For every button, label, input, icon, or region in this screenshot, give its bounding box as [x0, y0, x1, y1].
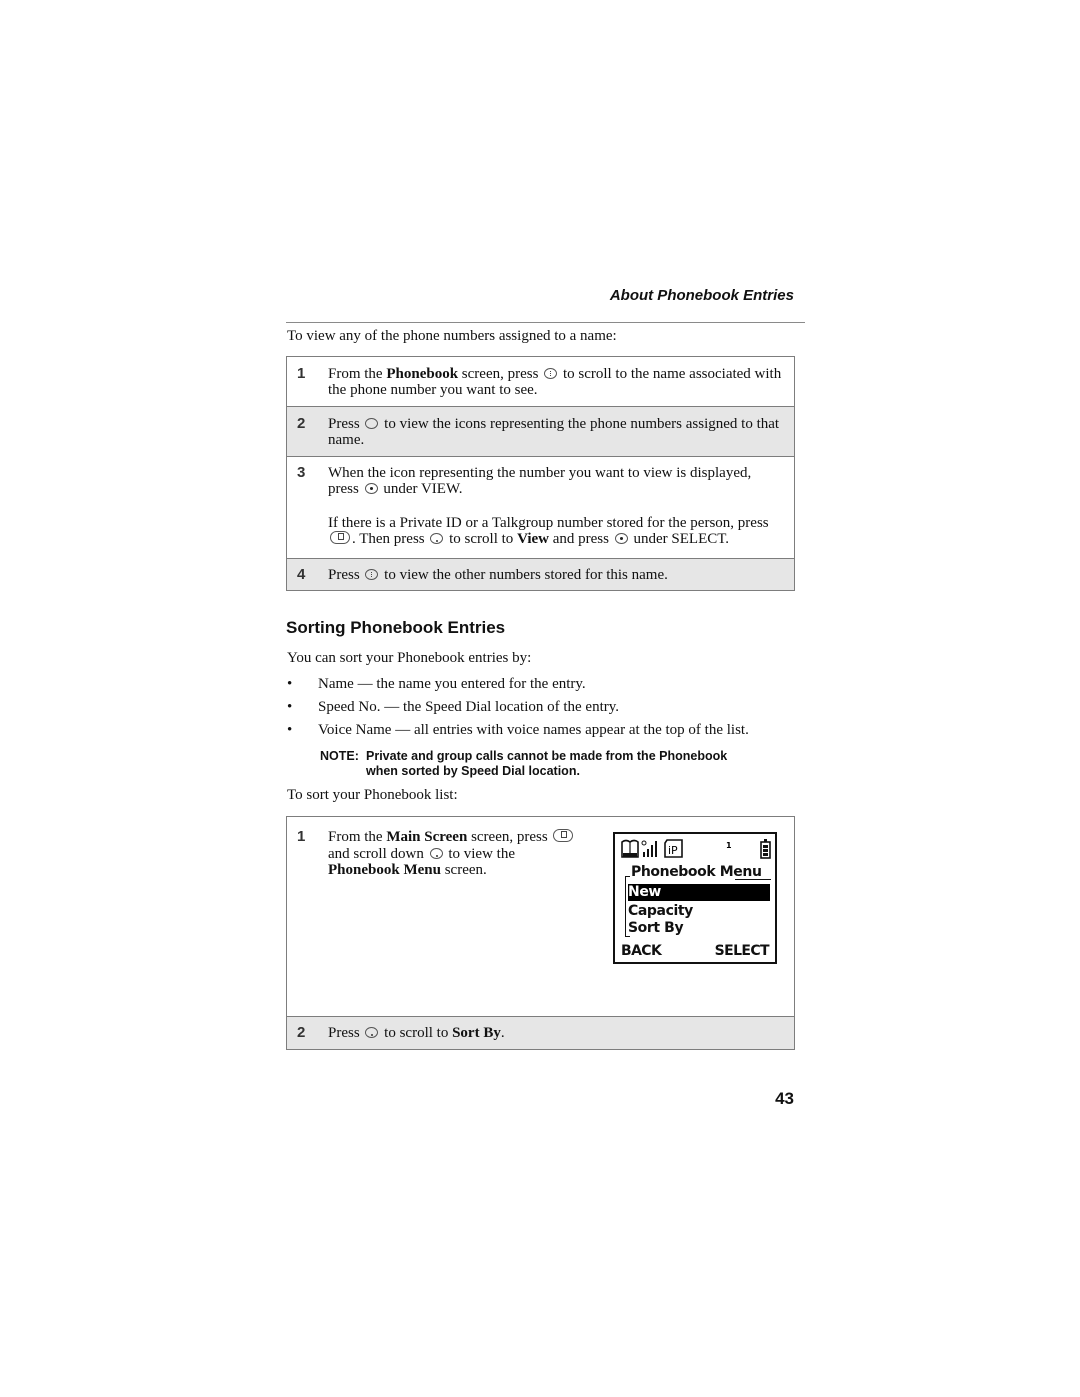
bullet-item: • Speed No. — the Speed Dial location of …	[287, 699, 620, 715]
step-number: 2	[297, 1024, 306, 1041]
phone-menu-item-sort-by: Sort By	[628, 920, 684, 936]
option-key-icon	[614, 533, 628, 544]
note: NOTE: Private and group calls cannot be m…	[320, 749, 728, 778]
step-number: 3	[297, 464, 306, 481]
phonebook-icon	[621, 839, 639, 858]
intro-sort-list-paragraph: To sort your Phonebook list:	[287, 787, 458, 803]
step-row: 2 Press to scroll to Sort By.	[287, 1016, 794, 1049]
scroll-down-key-icon	[430, 533, 444, 544]
step-text: Press to scroll to Sort By.	[328, 1025, 505, 1041]
step-text: Press to view the other numbers stored f…	[328, 567, 668, 583]
step-number: 4	[297, 566, 306, 583]
bullet-item: • Name — the name you entered for the ent…	[287, 676, 586, 692]
step-row: 1 From the Phonebook screen, press to sc…	[287, 357, 794, 406]
softkey-back: BACK	[621, 943, 662, 959]
battery-icon	[760, 839, 771, 859]
phone-menu-title: Phonebook Menu	[631, 864, 762, 880]
scroll-up-down-key-icon	[544, 368, 558, 379]
running-head: About Phonebook Entries	[609, 287, 794, 304]
softkey-select: SELECT	[714, 943, 770, 959]
intro-view-paragraph: To view any of the phone numbers assigne…	[287, 328, 617, 344]
intro-sort-paragraph: You can sort your Phonebook entries by:	[287, 650, 532, 666]
step-number: 1	[297, 828, 306, 845]
menu-key-icon	[553, 829, 574, 842]
line-indicator: 1	[726, 841, 732, 850]
step-row: 2 Press to view the icons representing t…	[287, 406, 794, 456]
step-row: 4 Press to view the other numbers stored…	[287, 558, 794, 590]
phone-menu-item-capacity: Capacity	[628, 903, 693, 919]
title-rule	[735, 879, 771, 880]
phone-menu-item-new: New	[628, 884, 770, 901]
signal-strength-icon	[641, 840, 657, 857]
step-text: Press to view the icons representing the…	[328, 416, 780, 448]
view-steps-table: 1 From the Phonebook screen, press to sc…	[286, 356, 795, 591]
section-heading: Sorting Phonebook Entries	[286, 618, 506, 637]
step-number: 1	[297, 365, 306, 382]
step-text: From the Phonebook screen, press to scro…	[328, 366, 782, 398]
menu-key-icon	[330, 531, 350, 544]
scroll-left-right-key-icon	[365, 418, 379, 429]
status-icons: iP 1	[621, 839, 771, 859]
bullet-item: • Voice Name — all entries with voice nam…	[287, 722, 749, 738]
step-text: When the icon representing the number yo…	[328, 465, 769, 547]
option-key-icon	[364, 483, 378, 494]
svg-text:iP: iP	[668, 844, 678, 857]
scroll-down-key-icon	[429, 847, 443, 859]
status-bar: iP 1	[621, 838, 771, 860]
step-text: From the Main Screen screen, press and s…	[328, 817, 590, 879]
step-row: 3 When the icon representing the number …	[287, 456, 794, 558]
scroll-down-key-icon	[365, 1027, 379, 1038]
header-rule	[286, 322, 805, 323]
phone-screen-illustration: iP 1 Phonebook Menu New Capacity Sort By…	[613, 832, 777, 964]
page-number: 43	[775, 1089, 794, 1108]
ip-icon: iP	[664, 839, 683, 858]
scroll-up-down-key-icon	[365, 569, 379, 580]
step-number: 2	[297, 415, 306, 432]
note-label: NOTE:	[320, 749, 359, 763]
